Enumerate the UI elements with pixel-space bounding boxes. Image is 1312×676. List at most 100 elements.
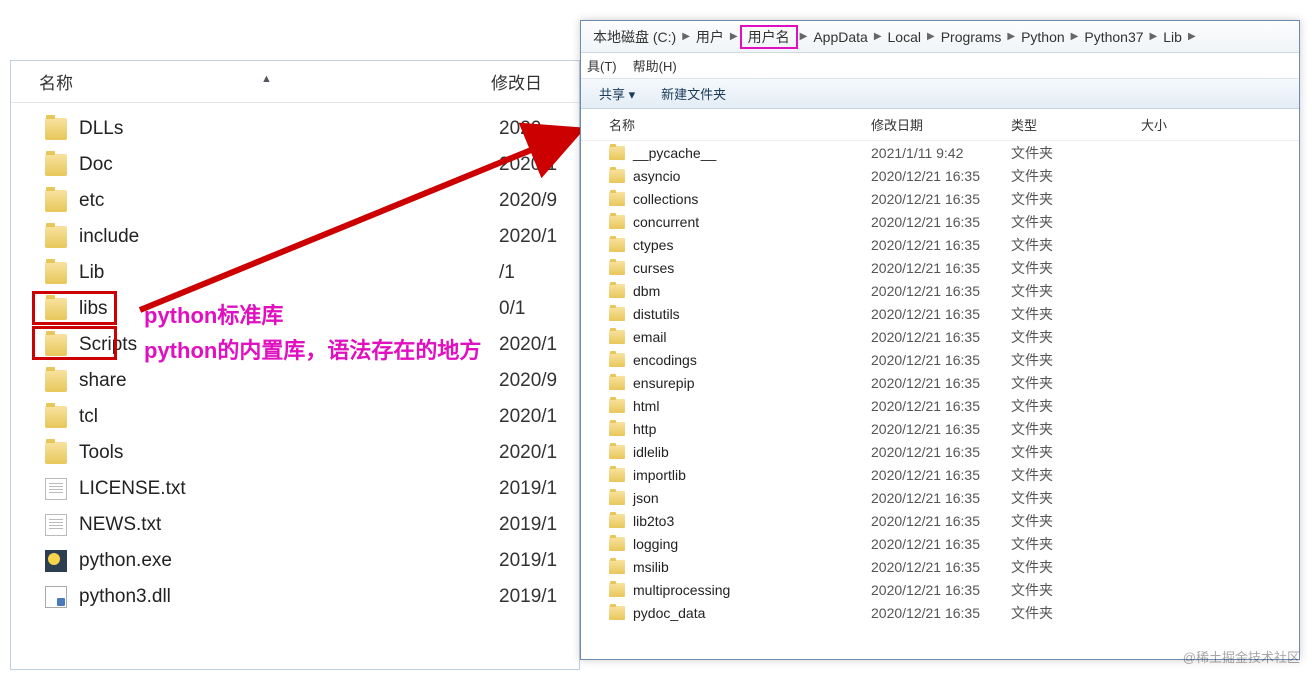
item-name: DLLs (79, 118, 499, 140)
folder-icon (609, 422, 625, 436)
item-date: 0/1 (499, 298, 525, 320)
column-header-name[interactable]: 名称 ▲ (11, 69, 491, 94)
col-name[interactable]: 名称 (581, 115, 871, 134)
item-name: collections (633, 191, 871, 207)
item-name: Tools (79, 442, 499, 464)
list-item[interactable]: email2020/12/21 16:35文件夹 (581, 325, 1299, 348)
list-item[interactable]: Lib/1 (11, 255, 579, 291)
list-item[interactable]: LICENSE.txt2019/1 (11, 471, 579, 507)
item-date: 2020/12/21 16:35 (871, 329, 1011, 345)
folder-icon (45, 190, 67, 212)
list-item[interactable]: Doc2020/1 (11, 147, 579, 183)
list-item[interactable]: concurrent2020/12/21 16:35文件夹 (581, 210, 1299, 233)
list-item[interactable]: json2020/12/21 16:35文件夹 (581, 486, 1299, 509)
item-type: 文件夹 (1011, 419, 1141, 439)
list-item[interactable]: dbm2020/12/21 16:35文件夹 (581, 279, 1299, 302)
list-item[interactable]: python.exe2019/1 (11, 543, 579, 579)
item-date: 2020/12/21 16:35 (871, 605, 1011, 621)
list-item[interactable]: etc2020/9 (11, 183, 579, 219)
item-type: 文件夹 (1011, 350, 1141, 370)
item-type: 文件夹 (1011, 603, 1141, 623)
toolbar-share[interactable]: 共享 ▾ (599, 84, 635, 103)
list-item[interactable]: multiprocessing2020/12/21 16:35文件夹 (581, 578, 1299, 601)
left-column-headers: 名称 ▲ 修改日 (11, 61, 579, 103)
item-name: curses (633, 260, 871, 276)
list-item[interactable]: include2020/1 (11, 219, 579, 255)
breadcrumb-item[interactable]: Lib (1159, 29, 1186, 45)
item-date: 2021/1/11 9:42 (871, 145, 1011, 161)
list-item[interactable]: ctypes2020/12/21 16:35文件夹 (581, 233, 1299, 256)
header-name-label: 名称 (39, 74, 73, 93)
item-date: 2020/12/21 16:35 (871, 467, 1011, 483)
breadcrumb[interactable]: 本地磁盘 (C:)▶用户▶用户名▶AppData▶Local▶Programs▶… (581, 21, 1299, 53)
list-item[interactable]: logging2020/12/21 16:35文件夹 (581, 532, 1299, 555)
list-item[interactable]: Tools2020/1 (11, 435, 579, 471)
chevron-right-icon: ▶ (925, 31, 937, 42)
list-item[interactable]: DLLs2020 (11, 111, 579, 147)
col-date[interactable]: 修改日期 (871, 115, 1011, 134)
column-header-date[interactable]: 修改日 (491, 69, 542, 94)
exe-icon (45, 550, 67, 572)
list-item[interactable]: msilib2020/12/21 16:35文件夹 (581, 555, 1299, 578)
item-type: 文件夹 (1011, 304, 1141, 324)
folder-icon (609, 606, 625, 620)
item-name: concurrent (633, 214, 871, 230)
list-item[interactable]: encodings2020/12/21 16:35文件夹 (581, 348, 1299, 371)
menu-bar[interactable]: 具(T) 帮助(H) (581, 53, 1299, 79)
item-date: 2020/12/21 16:35 (871, 214, 1011, 230)
txt-icon (45, 514, 67, 536)
breadcrumb-item[interactable]: Python37 (1080, 29, 1147, 45)
menu-help[interactable]: 帮助(H) (633, 56, 677, 75)
item-name: pydoc_data (633, 605, 871, 621)
list-item[interactable]: collections2020/12/21 16:35文件夹 (581, 187, 1299, 210)
folder-icon (609, 284, 625, 298)
list-item[interactable]: lib2to32020/12/21 16:35文件夹 (581, 509, 1299, 532)
breadcrumb-item[interactable]: AppData (809, 29, 871, 45)
left-explorer-pane: 名称 ▲ 修改日 DLLs2020Doc2020/1etc2020/9inclu… (10, 60, 580, 670)
chevron-right-icon: ▶ (798, 31, 810, 42)
folder-icon (609, 560, 625, 574)
list-item[interactable]: importlib2020/12/21 16:35文件夹 (581, 463, 1299, 486)
col-size[interactable]: 大小 (1141, 115, 1167, 134)
folder-icon (609, 261, 625, 275)
item-date: 2020/12/21 16:35 (871, 191, 1011, 207)
item-date: /1 (499, 262, 515, 284)
right-file-list: __pycache__2021/1/11 9:42文件夹asyncio2020/… (581, 141, 1299, 624)
list-item[interactable]: pydoc_data2020/12/21 16:35文件夹 (581, 601, 1299, 624)
breadcrumb-item[interactable]: 用户名 (740, 25, 798, 49)
list-item[interactable]: html2020/12/21 16:35文件夹 (581, 394, 1299, 417)
item-name: asyncio (633, 168, 871, 184)
list-item[interactable]: ensurepip2020/12/21 16:35文件夹 (581, 371, 1299, 394)
breadcrumb-item[interactable]: 用户 (692, 27, 728, 47)
highlight-libs (32, 326, 117, 360)
list-item[interactable]: share2020/9 (11, 363, 579, 399)
list-item[interactable]: asyncio2020/12/21 16:35文件夹 (581, 164, 1299, 187)
item-name: idlelib (633, 444, 871, 460)
item-type: 文件夹 (1011, 442, 1141, 462)
item-date: 2019/1 (499, 550, 557, 572)
item-date: 2020/12/21 16:35 (871, 237, 1011, 253)
menu-tools[interactable]: 具(T) (587, 56, 617, 75)
list-item[interactable]: __pycache__2021/1/11 9:42文件夹 (581, 141, 1299, 164)
chevron-right-icon: ▶ (728, 31, 740, 42)
breadcrumb-item[interactable]: Programs (937, 29, 1006, 45)
breadcrumb-item[interactable]: Python (1017, 29, 1069, 45)
col-type[interactable]: 类型 (1011, 115, 1141, 134)
list-item[interactable]: http2020/12/21 16:35文件夹 (581, 417, 1299, 440)
item-date: 2020/12/21 16:35 (871, 582, 1011, 598)
breadcrumb-item[interactable]: Local (884, 29, 925, 45)
breadcrumb-item[interactable]: 本地磁盘 (C:) (589, 27, 680, 47)
list-item[interactable]: distutils2020/12/21 16:35文件夹 (581, 302, 1299, 325)
item-type: 文件夹 (1011, 212, 1141, 232)
toolbar-new-folder[interactable]: 新建文件夹 (661, 84, 726, 103)
item-type: 文件夹 (1011, 166, 1141, 186)
folder-icon (45, 262, 67, 284)
list-item[interactable]: idlelib2020/12/21 16:35文件夹 (581, 440, 1299, 463)
folder-icon (609, 330, 625, 344)
list-item[interactable]: python3.dll2019/1 (11, 579, 579, 615)
list-item[interactable]: curses2020/12/21 16:35文件夹 (581, 256, 1299, 279)
list-item[interactable]: tcl2020/1 (11, 399, 579, 435)
item-name: etc (79, 190, 499, 212)
item-date: 2019/1 (499, 514, 557, 536)
list-item[interactable]: NEWS.txt2019/1 (11, 507, 579, 543)
